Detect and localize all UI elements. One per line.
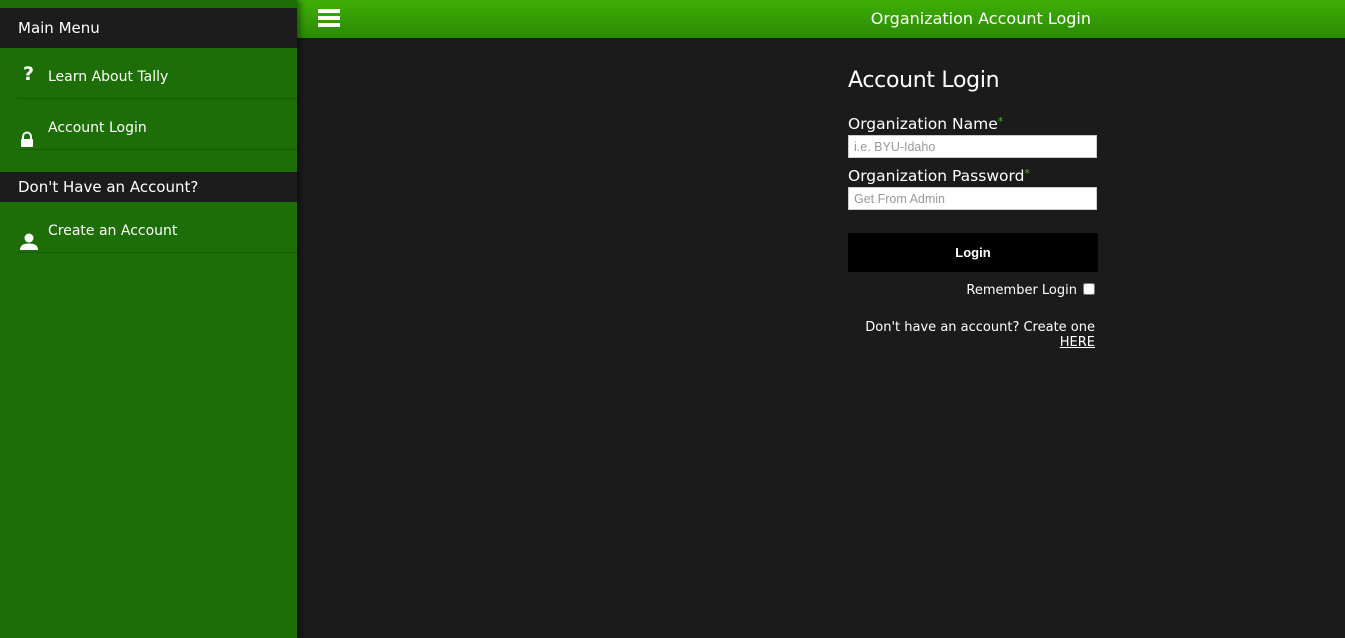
question-icon: ? <box>23 63 35 85</box>
no-account-header: Don't Have an Account? <box>0 172 297 202</box>
main-menu-header: Main Menu <box>0 8 297 48</box>
sidebar-item-account-login[interactable]: Account Login <box>18 99 297 150</box>
sidebar-item-label: Learn About Tally <box>48 69 169 85</box>
top-bar: Organization Account Login <box>297 0 1345 38</box>
lock-icon <box>19 116 39 147</box>
sidebar-item-learn-about-tally[interactable]: ? Learn About Tally <box>18 48 297 99</box>
remember-login-label: Remember Login <box>966 283 1077 298</box>
hamburger-menu-icon[interactable] <box>318 9 340 27</box>
login-button[interactable]: Login <box>848 233 1098 272</box>
required-marker: * <box>1024 167 1030 180</box>
organization-name-label: Organization Name* <box>848 115 1004 133</box>
signup-here-link[interactable]: HERE <box>1060 335 1095 350</box>
required-marker: * <box>997 115 1004 128</box>
sidebar: Main Menu ? Learn About Tally Account Lo… <box>0 0 297 638</box>
user-icon <box>19 219 39 250</box>
login-form: Account Login Organization Name* Organiz… <box>848 68 1098 350</box>
signup-text: Don't have an account? Create one <box>865 320 1095 335</box>
organization-name-input[interactable] <box>848 135 1097 158</box>
remember-login-checkbox[interactable] <box>1083 283 1095 295</box>
remember-login-row: Remember Login <box>848 283 1098 298</box>
sidebar-item-label: Account Login <box>48 120 147 136</box>
sidebar-item-create-account[interactable]: Create an Account <box>18 202 297 253</box>
organization-password-label: Organization Password* <box>848 167 1030 185</box>
signup-prompt: Don't have an account? Create one HERE <box>848 320 1098 350</box>
organization-password-input[interactable] <box>848 187 1097 210</box>
sidebar-item-label: Create an Account <box>48 223 178 239</box>
sidebar-top-strip <box>0 0 297 8</box>
login-heading: Account Login <box>848 68 1000 93</box>
page-title: Organization Account Login <box>870 9 1091 28</box>
